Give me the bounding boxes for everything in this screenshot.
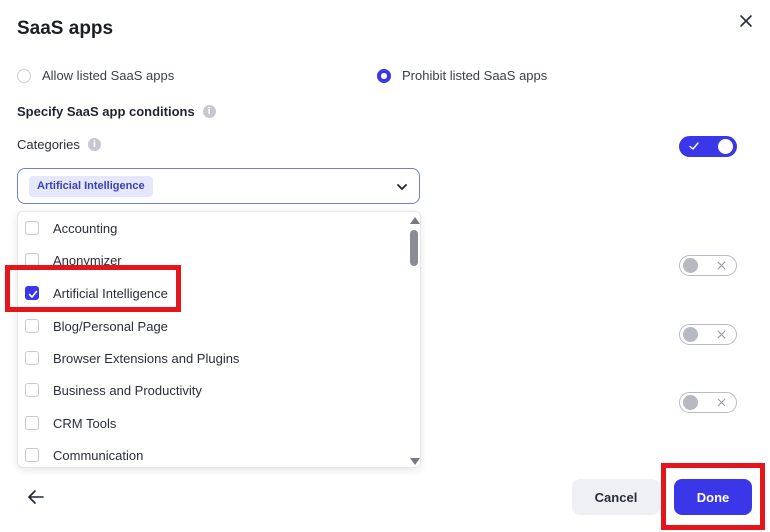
option-communication[interactable]: Communication — [18, 441, 406, 467]
condition-toggle[interactable] — [679, 255, 737, 276]
info-icon[interactable]: i — [202, 105, 216, 118]
option-label: Business and Productivity — [53, 382, 202, 398]
radio-prohibit[interactable]: Prohibit listed SaaS apps — [377, 68, 547, 83]
radio-prohibit-label: Prohibit listed SaaS apps — [402, 68, 548, 83]
checkbox[interactable] — [25, 416, 39, 430]
checkbox[interactable] — [25, 351, 39, 365]
option-crm-tools[interactable]: CRM Tools — [18, 409, 406, 437]
condition-toggle[interactable] — [679, 392, 737, 413]
radio-prohibit-circle[interactable] — [377, 68, 391, 83]
option-label: CRM Tools — [53, 415, 117, 431]
x-icon — [717, 398, 726, 407]
categories-label: Categories — [17, 137, 80, 152]
dialog-title: SaaS apps — [17, 18, 114, 39]
radio-allow-circle[interactable] — [17, 68, 31, 83]
conditions-label: Specify SaaS app conditions — [17, 104, 195, 119]
x-icon — [717, 330, 726, 339]
highlight-box — [661, 463, 765, 530]
scroll-down-arrow-icon[interactable] — [410, 458, 420, 465]
categories-select[interactable]: Artificial Intelligence — [17, 168, 420, 204]
toggle-knob — [683, 327, 698, 342]
scroll-up-arrow-icon[interactable] — [410, 217, 420, 224]
toggle-knob — [718, 139, 733, 154]
scrollbar-thumb[interactable] — [410, 230, 418, 266]
option-business-productivity[interactable]: Business and Productivity — [18, 376, 406, 404]
chevron-down-icon[interactable] — [395, 180, 409, 194]
checkbox[interactable] — [25, 448, 39, 462]
categories-heading: Categories i — [17, 137, 101, 152]
option-label: Accounting — [53, 220, 118, 236]
checkbox[interactable] — [25, 383, 39, 397]
dropdown-scrollbar[interactable] — [406, 212, 420, 467]
categories-toggle[interactable] — [679, 136, 737, 157]
toggle-knob — [683, 258, 698, 273]
checkbox[interactable] — [25, 319, 39, 333]
cancel-button[interactable]: Cancel — [572, 479, 660, 515]
toggle-knob — [683, 395, 698, 410]
categories-dropdown: Accounting Anonymizer Artificial Intelli… — [17, 211, 421, 468]
option-label: Blog/Personal Page — [53, 318, 168, 334]
info-icon[interactable]: i — [87, 138, 101, 151]
option-accounting[interactable]: Accounting — [18, 214, 406, 242]
x-icon — [717, 261, 726, 270]
selected-category-chip[interactable]: Artificial Intelligence — [29, 176, 153, 197]
condition-toggle[interactable] — [679, 324, 737, 345]
checkbox[interactable] — [25, 221, 39, 235]
option-label: Browser Extensions and Plugins — [53, 350, 240, 366]
option-blog[interactable]: Blog/Personal Page — [18, 312, 406, 340]
highlight-box — [5, 265, 181, 312]
check-icon — [689, 142, 699, 150]
option-browser-extensions[interactable]: Browser Extensions and Plugins — [18, 344, 406, 372]
arrow-left-icon[interactable] — [26, 487, 46, 507]
radio-allow[interactable]: Allow listed SaaS apps — [17, 68, 174, 83]
option-label: Communication — [53, 447, 144, 463]
conditions-heading: Specify SaaS app conditions i — [17, 104, 216, 119]
radio-allow-label: Allow listed SaaS apps — [42, 68, 175, 83]
close-icon[interactable] — [736, 11, 756, 31]
